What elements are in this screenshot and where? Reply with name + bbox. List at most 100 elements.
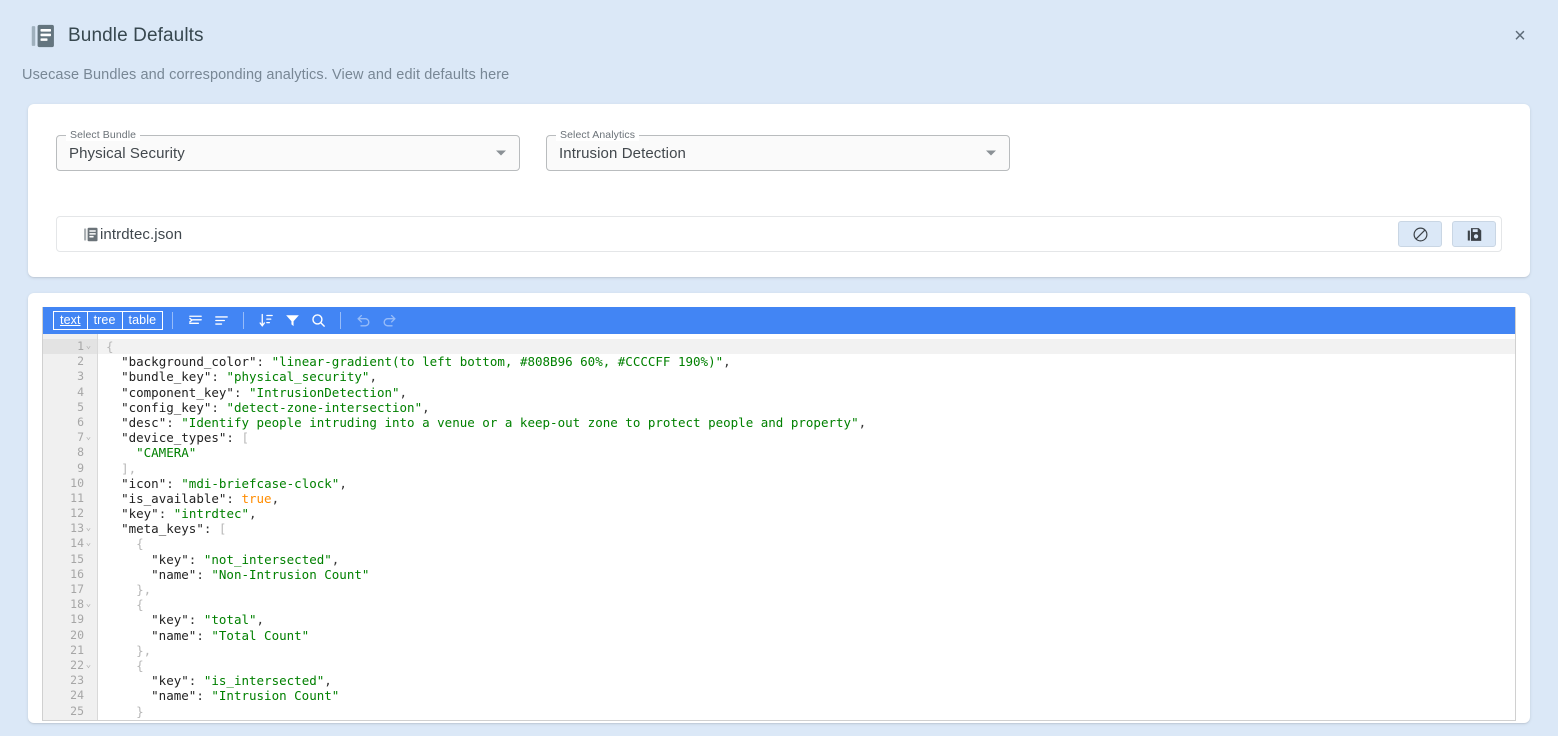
line-number: 24⌄ bbox=[43, 688, 97, 703]
library-books-icon bbox=[26, 22, 54, 50]
code-line[interactable]: }, bbox=[106, 582, 1515, 597]
line-number: 22⌄ bbox=[43, 658, 97, 673]
chevron-down-icon bbox=[986, 151, 996, 156]
file-name-row[interactable]: intrdtec.json bbox=[56, 216, 1502, 252]
code-line[interactable]: "component_key": "IntrusionDetection", bbox=[106, 385, 1515, 400]
line-number: 2⌄ bbox=[43, 354, 97, 369]
code-line[interactable]: ], bbox=[106, 461, 1515, 476]
code-line[interactable]: "name": "Intrusion Count" bbox=[106, 688, 1515, 703]
select-bundle-label: Select Bundle bbox=[66, 129, 140, 141]
bundle-defaults-dialog: Bundle Defaults Usecase Bundles and corr… bbox=[0, 0, 1558, 736]
line-number: 7⌄ bbox=[43, 430, 97, 445]
code-line[interactable]: "desc": "Identify people intruding into … bbox=[106, 415, 1515, 430]
json-editor: text tree table bbox=[42, 307, 1516, 721]
line-number: 16⌄ bbox=[43, 567, 97, 582]
format-icon[interactable] bbox=[182, 310, 208, 332]
chevron-down-icon bbox=[496, 151, 506, 156]
fold-toggle-icon[interactable]: ⌄ bbox=[84, 430, 93, 445]
code-line[interactable]: "background_color": "linear-gradient(to … bbox=[106, 354, 1515, 369]
line-number: 5⌄ bbox=[43, 400, 97, 415]
select-bundle[interactable]: Select Bundle Physical Security bbox=[56, 135, 520, 171]
select-analytics-label: Select Analytics bbox=[556, 129, 639, 141]
save-button[interactable] bbox=[1452, 221, 1496, 247]
mode-table-button[interactable]: table bbox=[123, 311, 164, 330]
fold-toggle-icon[interactable]: ⌄ bbox=[84, 339, 93, 354]
code-line[interactable]: "config_key": "detect-zone-intersection"… bbox=[106, 400, 1515, 415]
code-line[interactable]: }, bbox=[106, 643, 1515, 658]
mode-text-button[interactable]: text bbox=[53, 311, 88, 330]
line-number: 13⌄ bbox=[43, 521, 97, 536]
page-title: Bundle Defaults bbox=[68, 25, 204, 47]
code-line[interactable]: "device_types": [ bbox=[106, 430, 1515, 445]
code-line[interactable]: "key": "total", bbox=[106, 612, 1515, 627]
line-number: 8⌄ bbox=[43, 445, 97, 460]
line-number: 9⌄ bbox=[43, 461, 97, 476]
select-analytics-value: Intrusion Detection bbox=[547, 145, 686, 162]
line-number: 26⌄ bbox=[43, 719, 97, 720]
line-number: 12⌄ bbox=[43, 506, 97, 521]
fold-toggle-icon[interactable]: ⌄ bbox=[84, 658, 93, 673]
code-line[interactable]: } bbox=[106, 704, 1515, 719]
code-content[interactable]: { "background_color": "linear-gradient(t… bbox=[98, 334, 1515, 720]
mode-tree-button[interactable]: tree bbox=[88, 311, 123, 330]
line-number: 11⌄ bbox=[43, 491, 97, 506]
file-actions bbox=[1398, 221, 1496, 247]
line-number: 17⌄ bbox=[43, 582, 97, 597]
code-line[interactable]: "bundle_key": "physical_security", bbox=[106, 369, 1515, 384]
line-number: 20⌄ bbox=[43, 628, 97, 643]
code-line[interactable]: ], bbox=[106, 719, 1515, 720]
code-line[interactable]: "is_available": true, bbox=[106, 491, 1515, 506]
code-line[interactable]: { bbox=[106, 597, 1515, 612]
redo-icon[interactable] bbox=[376, 310, 402, 332]
code-area[interactable]: 1⌄2⌄3⌄4⌄5⌄6⌄7⌄8⌄9⌄10⌄11⌄12⌄13⌄14⌄15⌄16⌄1… bbox=[43, 334, 1515, 720]
code-line[interactable]: { bbox=[106, 536, 1515, 551]
fold-toggle-icon[interactable]: ⌄ bbox=[84, 521, 93, 536]
cancel-button[interactable] bbox=[1398, 221, 1442, 247]
dialog-header: Bundle Defaults Usecase Bundles and corr… bbox=[0, 0, 1558, 96]
fold-toggle-icon[interactable]: ⌄ bbox=[84, 536, 93, 551]
line-number: 21⌄ bbox=[43, 643, 97, 658]
code-line[interactable]: "meta_keys": [ bbox=[106, 521, 1515, 536]
toolbar-divider bbox=[172, 312, 173, 329]
compact-icon[interactable] bbox=[208, 310, 234, 332]
dialog-subtitle: Usecase Bundles and corresponding analyt… bbox=[22, 67, 1536, 83]
json-editor-card: text tree table bbox=[28, 293, 1530, 723]
code-line[interactable]: "icon": "mdi-briefcase-clock", bbox=[106, 476, 1515, 491]
code-line[interactable]: "key": "not_intersected", bbox=[106, 552, 1515, 567]
toolbar-divider bbox=[340, 312, 341, 329]
code-line[interactable]: "CAMERA" bbox=[106, 445, 1515, 460]
line-number: 3⌄ bbox=[43, 369, 97, 384]
line-number: 25⌄ bbox=[43, 704, 97, 719]
code-line[interactable]: "name": "Non-Intrusion Count" bbox=[106, 567, 1515, 582]
bundle-config-card: Select Bundle Physical Security Select A… bbox=[28, 104, 1530, 277]
fold-toggle-icon[interactable]: ⌄ bbox=[84, 597, 93, 612]
search-icon[interactable] bbox=[305, 310, 331, 332]
code-line[interactable]: { bbox=[98, 339, 1515, 354]
select-bundle-value: Physical Security bbox=[57, 145, 185, 162]
line-number: 15⌄ bbox=[43, 552, 97, 567]
code-line[interactable]: "key": "intrdtec", bbox=[106, 506, 1515, 521]
editor-mode-group: text tree table bbox=[53, 311, 163, 330]
code-line[interactable]: "key": "is_intersected", bbox=[106, 673, 1515, 688]
select-analytics[interactable]: Select Analytics Intrusion Detection bbox=[546, 135, 1010, 171]
title-row: Bundle Defaults bbox=[22, 18, 1536, 54]
selects-row: Select Bundle Physical Security Select A… bbox=[56, 135, 1010, 171]
line-number: 18⌄ bbox=[43, 597, 97, 612]
undo-icon[interactable] bbox=[350, 310, 376, 332]
file-name-label: intrdtec.json bbox=[100, 226, 182, 243]
line-number: 6⌄ bbox=[43, 415, 97, 430]
filter-icon[interactable] bbox=[279, 310, 305, 332]
editor-toolbar: text tree table bbox=[43, 307, 1515, 334]
sort-icon[interactable] bbox=[253, 310, 279, 332]
line-number: 14⌄ bbox=[43, 536, 97, 551]
line-number-gutter: 1⌄2⌄3⌄4⌄5⌄6⌄7⌄8⌄9⌄10⌄11⌄12⌄13⌄14⌄15⌄16⌄1… bbox=[43, 334, 98, 720]
line-number: 10⌄ bbox=[43, 476, 97, 491]
line-number: 23⌄ bbox=[43, 673, 97, 688]
line-number: 4⌄ bbox=[43, 385, 97, 400]
code-line[interactable]: "name": "Total Count" bbox=[106, 628, 1515, 643]
toolbar-divider bbox=[243, 312, 244, 329]
line-number: 19⌄ bbox=[43, 612, 97, 627]
line-number: 1⌄ bbox=[43, 339, 97, 354]
code-line[interactable]: { bbox=[106, 658, 1515, 673]
close-icon[interactable]: × bbox=[1506, 22, 1534, 50]
